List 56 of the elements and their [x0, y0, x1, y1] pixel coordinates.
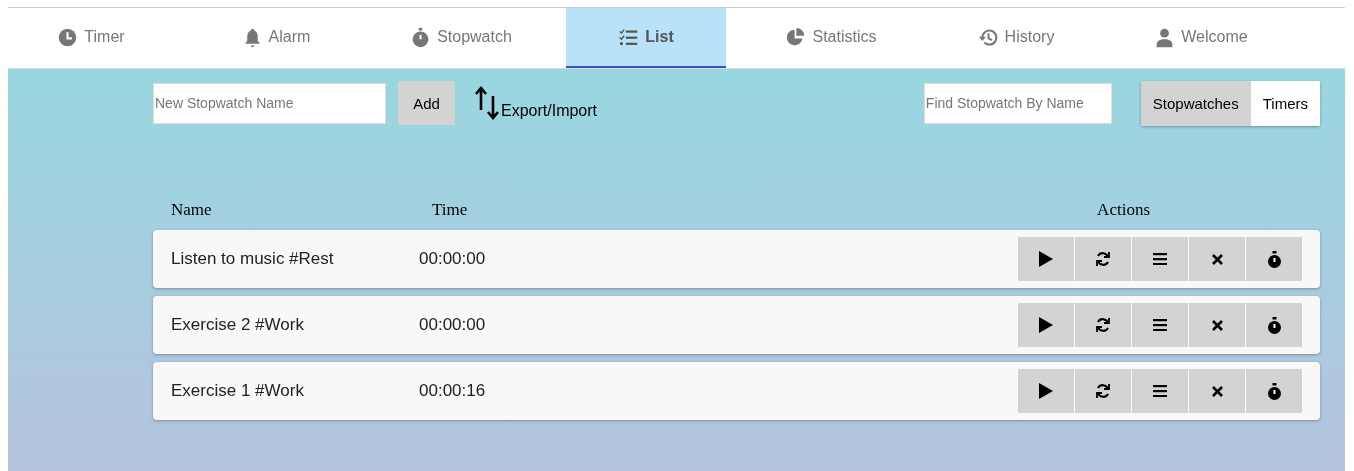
delete-button[interactable]	[1189, 303, 1245, 347]
stopwatch-icon	[1267, 316, 1281, 334]
column-header: Time	[432, 200, 468, 220]
add-button[interactable]: Add	[398, 81, 455, 125]
play-icon	[1039, 317, 1053, 333]
menu-icon	[1153, 253, 1167, 265]
reset-button[interactable]	[1075, 237, 1131, 281]
up-down-arrows-icon	[475, 86, 499, 120]
nav-tab[interactable]: List	[566, 8, 726, 68]
stopwatch-button[interactable]	[1246, 237, 1302, 281]
elapsed-time: 00:00:00	[419, 249, 486, 269]
stopwatch-icon	[1267, 382, 1281, 400]
elapsed-time: 00:00:16	[419, 381, 486, 401]
play-button[interactable]	[1018, 369, 1074, 413]
stopwatch-name: Exercise 2 #Work	[171, 315, 305, 335]
nav-tab[interactable]: Welcome	[1121, 8, 1281, 68]
menu-button[interactable]	[1132, 369, 1188, 413]
play-icon	[1039, 251, 1053, 267]
nav-tab[interactable]: History	[936, 8, 1096, 68]
name-input[interactable]: New Stopwatch Name	[153, 82, 386, 124]
nav-tab[interactable]: Stopwatch	[381, 8, 541, 68]
nav-tab[interactable]: Statistics	[751, 8, 911, 68]
refresh-icon	[1095, 317, 1111, 333]
refresh-icon	[1095, 383, 1111, 399]
delete-button[interactable]	[1189, 237, 1245, 281]
play-button[interactable]	[1018, 303, 1074, 347]
stopwatch-icon	[1267, 250, 1281, 268]
column-header: Name	[171, 200, 213, 220]
elapsed-time: 00:00:00	[419, 315, 486, 335]
toggle-option[interactable]: Timers	[1250, 80, 1320, 126]
stopwatch-button[interactable]	[1246, 369, 1302, 413]
nav-tab[interactable]: Timer	[11, 8, 171, 68]
stopwatch-name: Exercise 1 #Work	[171, 381, 305, 401]
close-icon	[1211, 319, 1223, 331]
clock-icon	[57, 26, 79, 48]
delete-button[interactable]	[1189, 369, 1245, 413]
menu-button[interactable]	[1132, 303, 1188, 347]
nav-tab[interactable]: Alarm	[196, 8, 356, 68]
play-button[interactable]	[1018, 237, 1074, 281]
refresh-icon	[1095, 251, 1111, 267]
pie-icon	[785, 26, 807, 48]
menu-button[interactable]	[1132, 237, 1188, 281]
menu-icon	[1153, 385, 1167, 397]
stopwatch-button[interactable]	[1246, 303, 1302, 347]
menu-icon	[1153, 319, 1167, 331]
stopwatch-name: Listen to music #Rest	[171, 249, 335, 269]
reset-button[interactable]	[1075, 303, 1131, 347]
play-icon	[1039, 383, 1053, 399]
export-import-button[interactable]: Export/Import	[475, 86, 598, 120]
close-icon	[1211, 253, 1223, 265]
search-input[interactable]: Find Stopwatch By Name	[923, 82, 1112, 124]
column-header: Actions	[1097, 200, 1150, 220]
reset-button[interactable]	[1075, 369, 1131, 413]
close-icon	[1211, 385, 1223, 397]
list-icon	[618, 26, 640, 48]
toggle-option[interactable]: Stopwatches	[1140, 80, 1251, 126]
